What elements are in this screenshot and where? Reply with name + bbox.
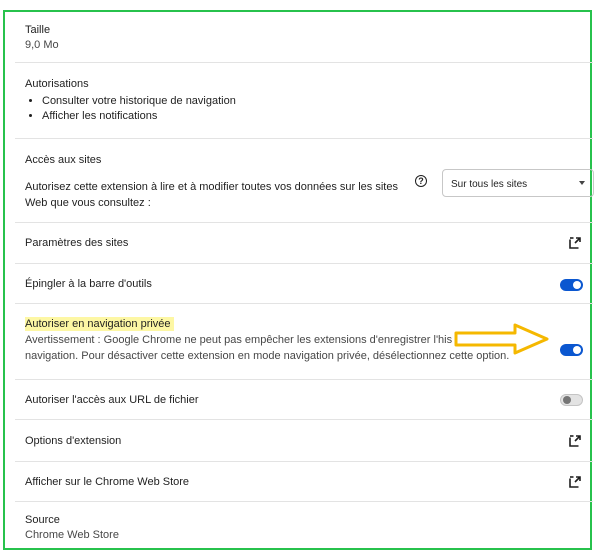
incognito-warning-line1: Avertissement : Google Chrome ne peut pa…: [25, 334, 453, 346]
permission-item: Consulter votre historique de navigation: [42, 94, 236, 109]
site-access-section: Accès aux sites Autorisez cette extensio…: [15, 139, 594, 223]
incognito-warning-line2: navigation. Pour désactiver cette extens…: [25, 350, 510, 362]
site-access-select-value: Sur tous les sites: [451, 179, 528, 190]
open-in-new-icon[interactable]: [567, 235, 583, 251]
incognito-label: Autoriser en navigation privée: [25, 317, 174, 331]
pin-toolbar-toggle[interactable]: [560, 279, 583, 291]
site-access-label: Accès aux sites: [25, 154, 102, 166]
toggle-knob: [573, 346, 581, 354]
file-urls-toggle[interactable]: [560, 394, 583, 406]
file-urls-label: Autoriser l'accès aux URL de fichier: [25, 394, 199, 406]
permission-item: Afficher les notifications: [42, 109, 236, 124]
open-in-new-icon[interactable]: [567, 474, 583, 490]
incognito-row: Autoriser en navigation privée Avertisse…: [15, 304, 593, 380]
toggle-knob: [563, 396, 571, 404]
arrow-annotation-icon: [454, 323, 549, 355]
extension-options-label: Options d'extension: [25, 435, 122, 447]
source-label: Source: [25, 514, 60, 526]
size-section: Taille 9,0 Mo: [15, 12, 593, 63]
size-label: Taille: [25, 24, 51, 36]
site-access-description-line1: Autorisez cette extension à lire et à mo…: [25, 181, 398, 193]
permissions-label: Autorisations: [25, 78, 89, 90]
web-store-row[interactable]: Afficher sur le Chrome Web Store: [15, 462, 593, 502]
file-urls-row: Autoriser l'accès aux URL de fichier: [15, 380, 593, 420]
source-section: Source Chrome Web Store: [15, 502, 593, 552]
toggle-knob: [573, 281, 581, 289]
settings-frame: Taille 9,0 Mo Autorisations Consulter vo…: [3, 10, 594, 552]
site-access-description-line2: Web que vous consultez :: [25, 197, 151, 209]
site-settings-label: Paramètres des sites: [25, 237, 129, 249]
extension-options-row[interactable]: Options d'extension: [15, 420, 593, 462]
help-icon[interactable]: ?: [415, 175, 427, 187]
permissions-list: Consulter votre historique de navigation…: [25, 94, 236, 124]
open-in-new-icon[interactable]: [567, 433, 583, 449]
pin-toolbar-label: Épingler à la barre d'outils: [25, 278, 152, 290]
size-value: 9,0 Mo: [25, 39, 59, 51]
site-settings-row[interactable]: Paramètres des sites: [15, 223, 593, 264]
permissions-section: Autorisations Consulter votre historique…: [15, 63, 593, 139]
incognito-toggle[interactable]: [560, 344, 583, 356]
pin-toolbar-row: Épingler à la barre d'outils: [15, 264, 593, 304]
site-access-select[interactable]: Sur tous les sites: [442, 169, 594, 197]
web-store-label: Afficher sur le Chrome Web Store: [25, 476, 190, 488]
caret-down-icon: [579, 181, 585, 185]
